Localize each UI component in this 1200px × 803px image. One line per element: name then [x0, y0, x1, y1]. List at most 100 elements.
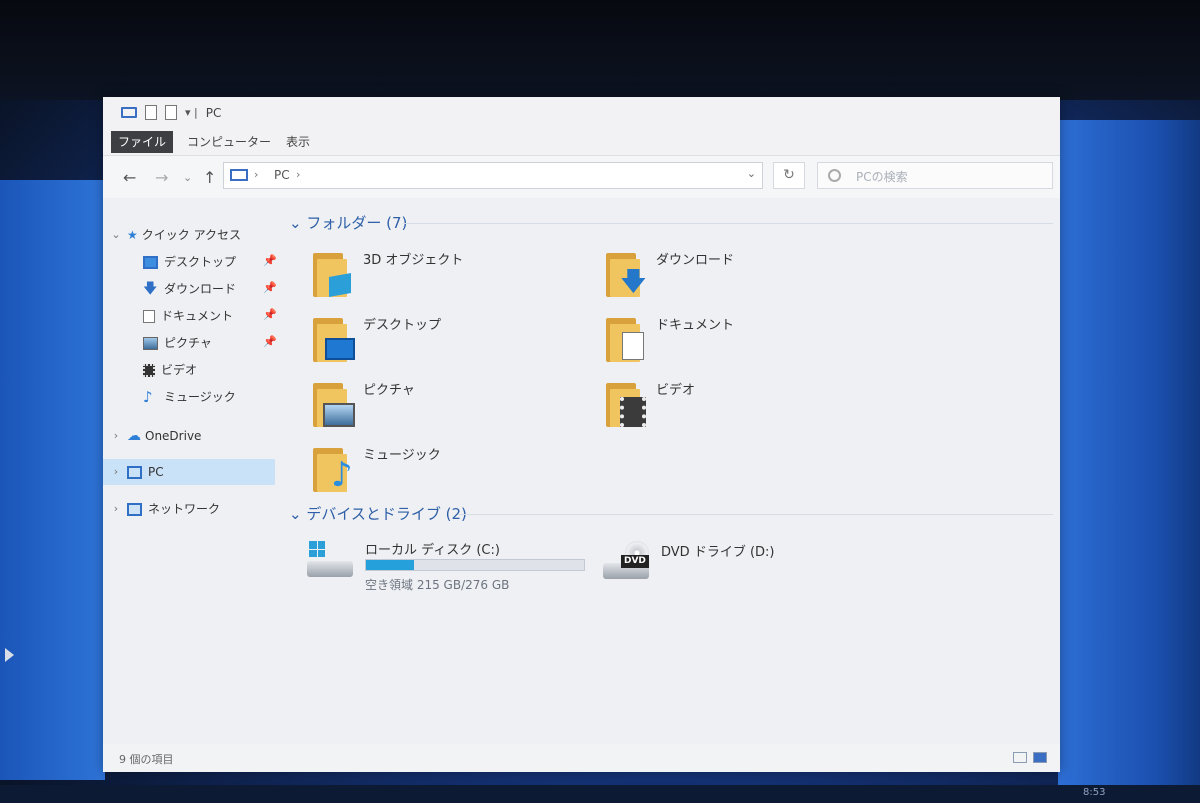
sidebar-item-label: ネットワーク: [148, 502, 221, 516]
folder-item[interactable]: ビデオ: [606, 377, 866, 437]
sidebar-item-music[interactable]: ♪ ミュージック: [143, 384, 236, 410]
monitor-bezel-top: [0, 0, 1200, 100]
pin-icon[interactable]: 📌: [263, 308, 277, 321]
pin-icon[interactable]: 📌: [263, 281, 277, 294]
chevron-down-icon[interactable]: ⌄: [289, 505, 306, 523]
pc-icon: [127, 465, 142, 479]
tab-file[interactable]: ファイル: [111, 131, 173, 153]
taskbar: 8:53: [0, 785, 1200, 803]
folder-label: ドキュメント: [656, 318, 735, 333]
picture-icon: [323, 403, 355, 427]
network-icon: [127, 502, 142, 516]
search-placeholder: PCの検索: [856, 170, 908, 184]
back-arrow-icon[interactable]: ←: [123, 168, 136, 187]
window-title: PC: [205, 105, 222, 120]
sidebar-item-pictures[interactable]: ピクチャ: [143, 330, 212, 356]
folder-item[interactable]: ♪ ミュージック: [313, 442, 573, 502]
file-explorer-window: ▾ | PC ファイル コンピューター 表示 ← → ⌄ ↑ › PC › ⌄ …: [103, 97, 1060, 772]
video-icon: [143, 363, 155, 377]
sidebar-item-pc[interactable]: › PC: [103, 459, 275, 485]
cloud-icon: ☁: [127, 428, 141, 444]
drive-dvd[interactable]: DVD DVD ドライブ (D:): [603, 537, 863, 597]
folder-icon: [313, 318, 355, 362]
sidebar-item-desktop[interactable]: デスクトップ: [143, 249, 236, 275]
navigation-pane: ⌄ ★ クイック アクセス デスクトップ 📌 🡇 ダウンロード 📌 ドキュメント…: [103, 209, 279, 709]
chevron-down-icon[interactable]: ⌄: [747, 167, 756, 180]
recent-locations-icon[interactable]: ⌄: [183, 171, 192, 184]
up-arrow-icon[interactable]: ↑: [203, 168, 216, 187]
folder-item[interactable]: デスクトップ: [313, 312, 573, 372]
chevron-right-icon[interactable]: ›: [109, 496, 123, 522]
chevron-right-icon[interactable]: ›: [109, 459, 123, 485]
chevron-down-icon[interactable]: ⌄: [289, 214, 306, 232]
desktop-icon: [325, 338, 355, 360]
document-icon: [622, 332, 644, 360]
drive-label: DVD ドライブ (D:): [661, 545, 775, 560]
mouse-cursor-icon: [5, 648, 14, 662]
group-divider: [403, 223, 1053, 224]
folder-icon: [313, 383, 355, 427]
desktop-background-right: [1058, 120, 1200, 800]
music-icon: ♪: [143, 387, 153, 406]
sidebar-item-onedrive[interactable]: › ☁ OneDrive: [109, 423, 202, 449]
document-icon: [143, 309, 155, 323]
folders-group-header[interactable]: ⌄ フォルダー (7): [289, 212, 407, 233]
properties-icon[interactable]: [145, 105, 157, 120]
drive-local-disk[interactable]: ローカル ディスク (C:) 空き領域 215 GB/276 GB: [307, 537, 597, 597]
free-space-text: 空き領域 215 GB/276 GB: [365, 578, 510, 592]
large-icons-view-icon[interactable]: [1033, 752, 1047, 763]
sidebar-item-videos[interactable]: ビデオ: [143, 357, 197, 383]
folder-item[interactable]: ドキュメント: [606, 312, 866, 372]
sidebar-item-documents[interactable]: ドキュメント: [143, 303, 233, 329]
navigation-bar: ← → ⌄ ↑ › PC › ⌄ ↻ PCの検索: [103, 156, 1060, 198]
quick-access-toolbar: ▾ | PC: [121, 105, 221, 120]
download-arrow-icon: 🡇: [620, 267, 647, 297]
download-icon: 🡇: [143, 280, 158, 297]
forward-arrow-icon[interactable]: →: [155, 168, 168, 187]
sidebar-item-label: ドキュメント: [161, 309, 234, 323]
folder-item[interactable]: 3D オブジェクト: [313, 247, 573, 307]
dvd-drive-icon: DVD: [603, 541, 651, 585]
tab-computer[interactable]: コンピューター: [187, 131, 271, 153]
folder-item[interactable]: ピクチャ: [313, 377, 573, 437]
folder-icon: [606, 383, 646, 427]
chevron-down-icon[interactable]: ⌄: [109, 222, 123, 248]
folder-label: デスクトップ: [363, 318, 442, 333]
folder-icon: [313, 253, 351, 297]
chevron-right-icon[interactable]: ›: [109, 423, 123, 449]
folder-icon: 🡇: [606, 253, 647, 297]
new-folder-icon[interactable]: [165, 105, 177, 120]
status-bar: 9 個の項目: [103, 744, 1060, 772]
sidebar-item-label: OneDrive: [145, 429, 202, 443]
drive-label: ローカル ディスク (C:): [365, 543, 500, 558]
clock[interactable]: 8:53: [1083, 787, 1105, 798]
refresh-button[interactable]: ↻: [773, 162, 805, 189]
group-header-label: デバイスとドライブ (2): [306, 505, 467, 523]
desktop-icon: [143, 255, 158, 269]
dropdown-icon[interactable]: ▾ |: [185, 106, 198, 119]
breadcrumb-separator-icon[interactable]: ›: [296, 168, 300, 181]
sidebar-item-quick-access[interactable]: ⌄ ★ クイック アクセス: [109, 222, 241, 248]
film-icon: [620, 397, 646, 427]
folder-item[interactable]: 🡇 ダウンロード: [606, 247, 866, 307]
tab-view[interactable]: 表示: [286, 131, 310, 153]
folder-label: 3D オブジェクト: [363, 253, 464, 268]
sidebar-item-label: ピクチャ: [164, 336, 212, 350]
ribbon-tabs: ファイル コンピューター 表示: [103, 127, 1060, 156]
sidebar-item-network[interactable]: › ネットワーク: [109, 496, 220, 522]
details-view-icon[interactable]: [1013, 752, 1027, 763]
folder-icon: ♪: [313, 448, 353, 492]
devices-group-header[interactable]: ⌄ デバイスとドライブ (2): [289, 503, 467, 524]
pin-icon[interactable]: 📌: [263, 254, 277, 267]
group-header-label: フォルダー (7): [306, 214, 408, 232]
picture-icon: [143, 336, 158, 350]
pin-icon[interactable]: 📌: [263, 335, 277, 348]
sidebar-item-label: ビデオ: [161, 363, 198, 377]
disk-usage-fill: [366, 560, 414, 570]
address-path[interactable]: PC: [274, 168, 290, 182]
search-input[interactable]: PCの検索: [817, 162, 1053, 189]
sidebar-item-download[interactable]: 🡇 ダウンロード: [143, 276, 236, 302]
breadcrumb-separator-icon[interactable]: ›: [254, 168, 258, 181]
search-icon: [828, 169, 841, 182]
address-bar[interactable]: › PC › ⌄: [223, 162, 763, 189]
